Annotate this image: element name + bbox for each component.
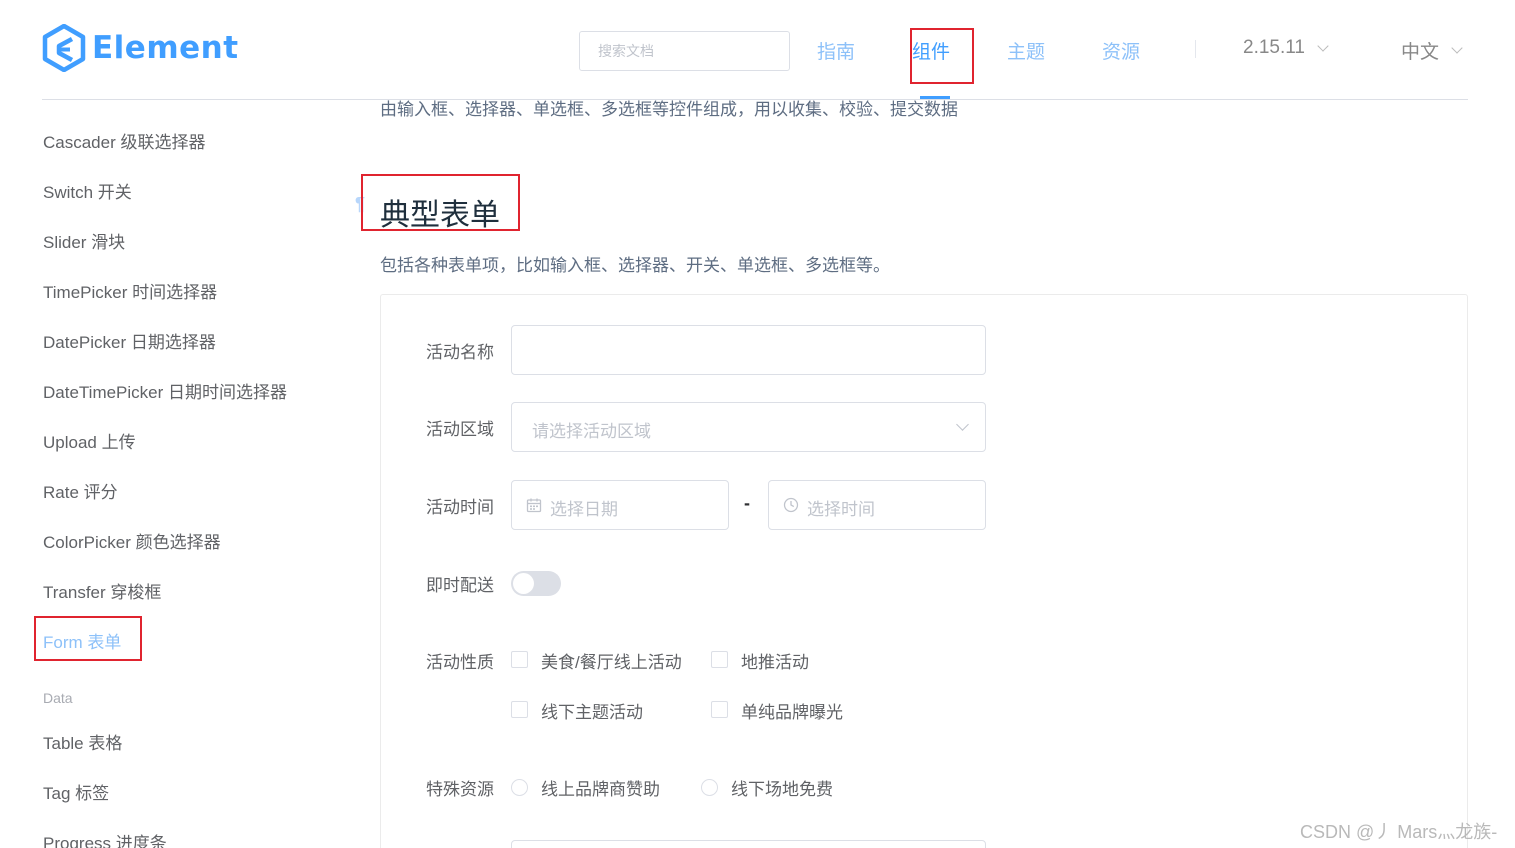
language-label: 中文 <box>1401 42 1440 63</box>
sidebar-group-data: Data <box>43 690 73 706</box>
form-label-resource: 特殊资源 <box>426 780 494 799</box>
time-separator: - <box>744 493 750 513</box>
sidebar-item-datetimepicker[interactable]: DateTimePicker 日期时间选择器 <box>43 378 287 403</box>
chevron-down-icon <box>1317 39 1329 52</box>
switch-knob <box>513 573 534 594</box>
radio-resource-0[interactable] <box>511 779 528 796</box>
section-title: 典型表单 <box>380 199 500 232</box>
region-placeholder: 请选择活动区域 <box>532 422 651 441</box>
radio-label-resource-0[interactable]: 线上品牌商赞助 <box>541 775 660 800</box>
nav-theme[interactable]: 主题 <box>1007 37 1045 64</box>
logo-text: Element <box>92 30 239 66</box>
nav-component[interactable]: 组件 <box>912 37 950 64</box>
nav-guide[interactable]: 指南 <box>817 37 855 64</box>
activity-name-input[interactable] <box>511 325 986 375</box>
checkbox-label-type-2[interactable]: 线下主题活动 <box>541 698 643 723</box>
language-dropdown[interactable]: 中文 <box>1401 37 1463 64</box>
form-label-time: 活动时间 <box>426 498 494 517</box>
activity-region-select[interactable]: 请选择活动区域 <box>511 402 986 452</box>
sidebar-item-table[interactable]: Table 表格 <box>43 729 122 754</box>
sidebar-item-timepicker[interactable]: TimePicker 时间选择器 <box>43 278 217 303</box>
logo[interactable]: Element <box>42 24 239 72</box>
sidebar-item-colorpicker[interactable]: ColorPicker 颜色选择器 <box>43 528 221 553</box>
delivery-switch[interactable] <box>511 571 561 596</box>
time-picker-input[interactable]: 选择时间 <box>768 480 986 530</box>
sidebar-item-rate[interactable]: Rate 评分 <box>43 478 118 503</box>
clock-icon <box>783 497 799 513</box>
header: Element 指南 组件 主题 资源 2.15.11 中文 <box>0 0 1515 100</box>
radio-label-resource-1[interactable]: 线下场地免费 <box>731 775 833 800</box>
sidebar-item-slider[interactable]: Slider 滑块 <box>43 228 125 253</box>
activity-form-next-input[interactable] <box>511 840 986 848</box>
chevron-down-icon <box>1451 42 1463 54</box>
sidebar-item-transfer[interactable]: Transfer 穿梭框 <box>43 578 161 603</box>
checkbox-label-type-3[interactable]: 单纯品牌曝光 <box>741 698 843 723</box>
version-label: 2.15.11 <box>1243 37 1305 58</box>
component-intro: 由输入框、选择器、单选框、多选框等控件组成，用以收集、校验、提交数据 <box>380 100 958 119</box>
anchor-link[interactable]: ¶ <box>355 194 365 215</box>
form-label-type: 活动性质 <box>426 653 494 672</box>
sidebar-item-tag[interactable]: Tag 标签 <box>43 779 109 804</box>
checkbox-label-type-1[interactable]: 地推活动 <box>741 648 809 673</box>
element-logo-icon <box>42 24 86 72</box>
checkbox-type-1[interactable] <box>711 651 728 668</box>
form-label-delivery: 即时配送 <box>426 576 494 595</box>
sidebar-item-datepicker[interactable]: DatePicker 日期选择器 <box>43 328 216 353</box>
chevron-down-icon <box>956 418 969 431</box>
date-placeholder: 选择日期 <box>550 500 618 519</box>
sidebar-item-switch[interactable]: Switch 开关 <box>43 178 132 203</box>
version-dropdown[interactable]: 2.15.11 <box>1243 37 1329 59</box>
sidebar: Cascader 级联选择器 Switch 开关 Slider 滑块 TimeP… <box>0 100 340 848</box>
sidebar-item-cascader[interactable]: Cascader 级联选择器 <box>43 128 205 153</box>
watermark: CSDN @丿 Mars灬龙族- <box>1300 822 1498 842</box>
sidebar-item-upload[interactable]: Upload 上传 <box>43 428 136 453</box>
checkbox-type-3[interactable] <box>711 701 728 718</box>
checkbox-type-2[interactable] <box>511 701 528 718</box>
calendar-icon <box>526 498 542 513</box>
search-input[interactable] <box>579 31 790 71</box>
form-label-region: 活动区域 <box>426 420 494 439</box>
radio-resource-1[interactable] <box>701 779 718 796</box>
nav-divider <box>1195 40 1196 58</box>
nav-resource[interactable]: 资源 <box>1102 37 1140 64</box>
checkbox-label-type-0[interactable]: 美食/餐厅线上活动 <box>541 648 682 673</box>
time-placeholder: 选择时间 <box>807 500 875 519</box>
date-picker-input[interactable]: 选择日期 <box>511 480 729 530</box>
sidebar-item-form[interactable]: Form 表单 <box>43 628 121 653</box>
checkbox-type-0[interactable] <box>511 651 528 668</box>
sidebar-item-progress[interactable]: Progress 进度条 <box>43 829 167 848</box>
form-label-name: 活动名称 <box>426 343 494 362</box>
section-description: 包括各种表单项，比如输入框、选择器、开关、单选框、多选框等。 <box>380 256 890 275</box>
